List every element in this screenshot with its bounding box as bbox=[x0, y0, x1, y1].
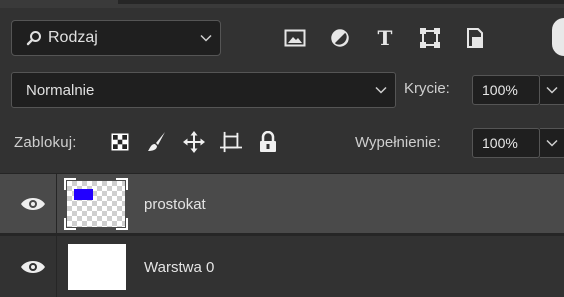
fill-field[interactable]: 100% bbox=[472, 128, 540, 158]
lock-icon-group bbox=[109, 129, 294, 155]
filter-toggle-switch[interactable] bbox=[552, 18, 564, 56]
type-filter-icon[interactable]: T bbox=[371, 25, 399, 51]
layer-row-warstwa-0[interactable]: Warstwa 0 bbox=[0, 236, 564, 297]
shape-filter-icon[interactable] bbox=[416, 25, 444, 51]
fill-dropdown-button[interactable] bbox=[540, 128, 564, 158]
filter-icon-group: T bbox=[281, 25, 506, 51]
image-filter-icon[interactable] bbox=[281, 25, 309, 51]
eye-icon[interactable] bbox=[20, 196, 46, 212]
adjustment-filter-icon[interactable] bbox=[326, 25, 354, 51]
layer-thumbnail[interactable] bbox=[68, 244, 126, 290]
blend-mode-label: Normalnie bbox=[26, 81, 95, 99]
panel-tab-bar bbox=[118, 0, 564, 4]
layer-name[interactable]: Warstwa 0 bbox=[144, 259, 214, 276]
layer-name[interactable]: prostokat bbox=[144, 196, 206, 213]
eye-icon[interactable] bbox=[20, 259, 46, 275]
blend-mode-dropdown[interactable]: Normalnie bbox=[11, 72, 396, 108]
chevron-down-icon bbox=[200, 34, 212, 42]
opacity-field[interactable]: 100% bbox=[472, 75, 540, 105]
opacity-label: Krycie: bbox=[404, 80, 450, 97]
lock-label: Zablokuj: bbox=[14, 134, 77, 151]
lock-image-pixels-icon[interactable] bbox=[146, 129, 168, 155]
layer-divider bbox=[56, 174, 57, 233]
opacity-dropdown-button[interactable] bbox=[540, 75, 564, 105]
lock-artboard-icon[interactable] bbox=[220, 129, 242, 155]
search-icon bbox=[26, 31, 41, 46]
layer-divider bbox=[56, 236, 57, 297]
lock-transparent-pixels-icon[interactable] bbox=[109, 129, 131, 155]
selection-corners bbox=[64, 178, 128, 230]
chevron-down-icon bbox=[375, 86, 387, 94]
layer-thumbnail[interactable] bbox=[64, 178, 128, 230]
panel-top-strip bbox=[0, 0, 564, 8]
chevron-down-icon bbox=[546, 139, 558, 147]
type-filter-glyph: T bbox=[377, 26, 393, 50]
lock-position-icon[interactable] bbox=[183, 129, 205, 155]
filter-kind-label: Rodzaj bbox=[48, 29, 98, 46]
fill-label: Wypełnienie: bbox=[355, 134, 441, 151]
lock-all-icon[interactable] bbox=[257, 129, 279, 155]
chevron-down-icon bbox=[546, 86, 558, 94]
filter-kind-dropdown[interactable]: Rodzaj bbox=[11, 20, 221, 56]
smart-object-filter-icon[interactable] bbox=[461, 25, 489, 51]
layer-row-prostokat[interactable]: prostokat bbox=[0, 174, 564, 233]
